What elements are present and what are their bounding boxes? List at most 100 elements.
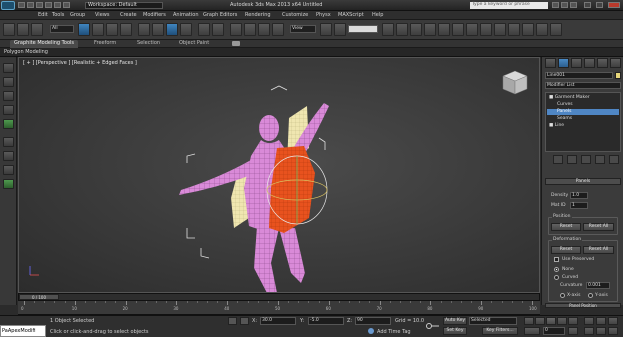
track-bar[interactable]: 0 10 20 30 40 50 60 70 80 90 100	[18, 301, 540, 315]
material-editor-icon[interactable]	[466, 23, 478, 36]
layer-manager-icon[interactable]	[410, 23, 422, 36]
pivot-center-icon[interactable]	[198, 23, 210, 36]
curve-editor-icon[interactable]	[438, 23, 450, 36]
minimize-button[interactable]	[584, 2, 591, 8]
menu-tools[interactable]: Tools	[52, 12, 64, 18]
set-key-button[interactable]: Set Key	[443, 327, 467, 335]
tab-freeform[interactable]: Freeform	[90, 40, 120, 48]
menu-rendering[interactable]: Rendering	[245, 12, 271, 18]
add-time-tag[interactable]: Add Time Tag	[377, 329, 411, 335]
edit-named-selection-icon[interactable]	[320, 23, 332, 36]
position-reset-all-button[interactable]: Reset All	[583, 223, 614, 231]
stack-item-panels[interactable]: Panels	[547, 109, 619, 115]
snaps-toggle-icon[interactable]	[244, 23, 256, 36]
save-icon[interactable]	[36, 2, 43, 8]
menu-modifiers[interactable]: Modifiers	[143, 12, 166, 18]
rendered-frame-icon[interactable]	[494, 23, 506, 36]
geometry-icon[interactable]	[3, 77, 14, 87]
configure-sets-icon[interactable]	[609, 155, 619, 164]
position-reset-button[interactable]: Reset	[551, 223, 581, 231]
select-move-icon[interactable]	[138, 23, 150, 36]
viewcube-icon[interactable]	[499, 68, 531, 98]
graphite-toggle-icon[interactable]	[424, 23, 436, 36]
maximize-button[interactable]	[596, 2, 603, 8]
y-axis-radio[interactable]	[588, 293, 593, 298]
help-icon[interactable]	[570, 2, 577, 8]
z-coord-field[interactable]: 90	[355, 317, 391, 325]
layer-icon[interactable]	[3, 151, 14, 161]
shapes-icon[interactable]	[3, 91, 14, 101]
key-filters-button[interactable]: Key Filters...	[482, 327, 518, 335]
select-scale-icon[interactable]	[166, 23, 178, 36]
play-icon[interactable]	[546, 317, 556, 325]
time-slider[interactable]: 0 / 100	[19, 294, 59, 300]
open-icon[interactable]	[27, 2, 34, 8]
show-end-result-icon[interactable]	[567, 155, 577, 164]
app-menu-button[interactable]	[1, 1, 15, 10]
stack-item-seams[interactable]: Seams	[547, 116, 619, 122]
y-coord-field[interactable]: -5.0	[308, 317, 344, 325]
stack-item-garment-maker[interactable]: ■ Garment Maker	[547, 95, 619, 101]
isolate-icon[interactable]	[3, 137, 14, 147]
curved-radio[interactable]	[554, 275, 559, 280]
close-button[interactable]	[608, 2, 620, 8]
new-icon[interactable]	[18, 2, 25, 8]
orange-garment-panel[interactable]	[269, 146, 315, 233]
density-spinner[interactable]: 1.0	[570, 192, 588, 199]
next-frame-icon[interactable]	[557, 317, 567, 325]
go-to-start-icon[interactable]	[524, 317, 534, 325]
character-model[interactable]	[119, 78, 379, 293]
key-icon[interactable]	[426, 322, 440, 330]
previous-frame-icon[interactable]	[535, 317, 545, 325]
polygon-modeling-label[interactable]: Polygon Modeling	[4, 49, 48, 55]
activeshade-icon[interactable]	[536, 23, 548, 36]
binoculars-icon[interactable]	[552, 2, 559, 8]
key-set-dropdown[interactable]: Selected	[469, 317, 517, 325]
select-by-name-icon[interactable]	[92, 23, 104, 36]
stack-item-curves[interactable]: Curves	[547, 102, 619, 108]
curvature-spinner[interactable]: 0.001	[586, 282, 610, 289]
plant-icon[interactable]	[3, 119, 14, 129]
scene-explorer-icon[interactable]	[3, 179, 14, 189]
zoom-extents-icon[interactable]	[608, 317, 618, 325]
align-icon[interactable]	[396, 23, 408, 36]
none-radio[interactable]	[554, 267, 559, 272]
menu-animation[interactable]: Animation	[173, 12, 199, 18]
mat-id-spinner[interactable]: 1	[570, 202, 588, 209]
lock-selection-icon[interactable]	[228, 317, 237, 325]
redo-icon[interactable]	[54, 2, 61, 8]
rect-selection-icon[interactable]	[106, 23, 118, 36]
x-axis-radio[interactable]	[560, 293, 565, 298]
tab-selection[interactable]: Selection	[133, 40, 164, 48]
orbit-icon[interactable]	[608, 327, 618, 335]
menu-graph-editors[interactable]: Graph Editors	[203, 12, 237, 18]
lights-icon[interactable]	[3, 105, 14, 115]
project-folder-icon[interactable]	[63, 2, 70, 8]
create-selection-set-field[interactable]	[348, 25, 378, 33]
modify-tab-icon[interactable]	[558, 58, 569, 68]
pin-stack-icon[interactable]	[553, 155, 563, 164]
utilities-tab-icon[interactable]	[610, 58, 621, 68]
key-mode-icon[interactable]	[524, 327, 540, 335]
search-input[interactable]: Type a keyword or phrase	[470, 2, 548, 9]
time-slider-track[interactable]: 0 / 100	[18, 293, 540, 301]
motion-tab-icon[interactable]	[584, 58, 595, 68]
menu-help[interactable]: Help	[372, 12, 383, 18]
pan-icon[interactable]	[596, 327, 606, 335]
modifier-list-dropdown[interactable]: Modifier List	[545, 82, 621, 89]
absolute-mode-icon[interactable]	[240, 317, 249, 325]
render-production-icon[interactable]	[508, 23, 520, 36]
panels-rollout-header[interactable]: Panels	[545, 178, 621, 185]
display-tab-icon[interactable]	[597, 58, 608, 68]
remove-modifier-icon[interactable]	[595, 155, 605, 164]
menu-physx[interactable]: Physx	[316, 12, 331, 18]
select-rotate-icon[interactable]	[152, 23, 164, 36]
percent-snap-icon[interactable]	[272, 23, 284, 36]
reference-coordinate-dropdown[interactable]: View	[290, 25, 316, 33]
schematic-view-icon[interactable]	[452, 23, 464, 36]
object-color-swatch[interactable]	[615, 72, 621, 79]
named-selection-icon[interactable]	[334, 23, 346, 36]
keyboard-shortcut-icon[interactable]	[230, 23, 242, 36]
menu-views[interactable]: Views	[95, 12, 109, 18]
container-icon[interactable]	[3, 165, 14, 175]
